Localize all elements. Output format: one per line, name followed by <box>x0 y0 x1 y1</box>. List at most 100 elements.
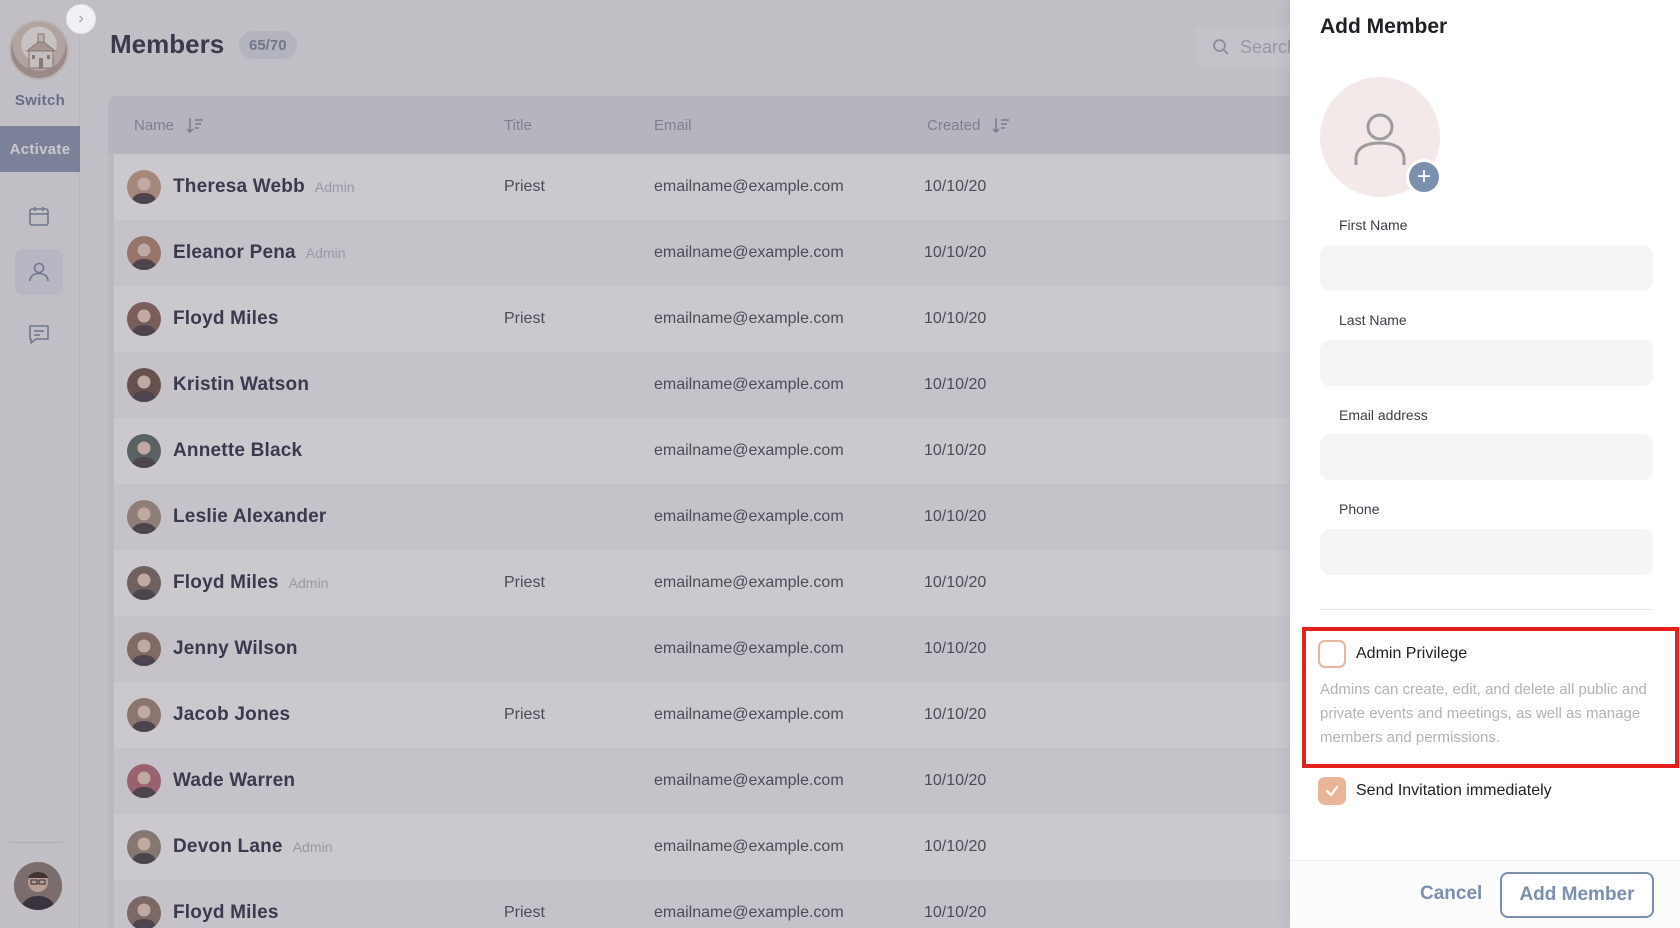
member-avatar[interactable] <box>127 896 161 928</box>
admin-privilege-checkbox[interactable] <box>1318 640 1346 668</box>
admin-tag: Admin <box>305 245 346 261</box>
member-photo-icon <box>127 500 161 534</box>
member-name[interactable]: Floyd Miles <box>173 902 279 924</box>
created-cell: 10/10/20 <box>924 508 987 525</box>
table-row[interactable]: Leslie Alexander emailname@example.com 10/… <box>108 484 1408 550</box>
created-cell: 10/10/20 <box>924 442 987 459</box>
member-photo-icon <box>127 830 161 864</box>
add-member-button[interactable]: Add Member <box>1500 872 1654 918</box>
table-row[interactable]: Floyd Miles Priest emailname@example.com 10… <box>108 880 1408 928</box>
table-row[interactable]: Annette Black emailname@example.com 10/10/… <box>108 418 1408 484</box>
activate-button[interactable]: Activate <box>0 126 80 172</box>
member-name[interactable]: Jenny Wilson <box>173 638 298 660</box>
cancel-button[interactable]: Cancel <box>1420 883 1482 905</box>
chevron-right-icon: › <box>78 10 84 27</box>
member-name[interactable]: Leslie Alexander <box>173 506 327 528</box>
column-email-label: Email <box>654 116 692 134</box>
admin-privilege-label[interactable]: Admin Privilege <box>1356 645 1467 663</box>
member-avatar[interactable] <box>127 368 161 402</box>
member-avatar[interactable] <box>127 698 161 732</box>
member-photo-icon <box>127 896 161 928</box>
name-cell: Wade Warren <box>127 748 305 814</box>
sidebar: › Switch Activate <box>0 0 96 928</box>
column-header-name[interactable]: Name <box>134 96 204 154</box>
member-name[interactable]: Floyd Miles <box>173 572 279 594</box>
email-cell: emailname@example.com <box>654 178 844 195</box>
members-table: Name Title Email Created Theresa Webb Ad… <box>108 96 1408 928</box>
column-header-created[interactable]: Created <box>927 96 1010 154</box>
chat-icon <box>29 325 49 344</box>
church-logo[interactable] <box>9 20 69 80</box>
table-body: Theresa Webb Admin Priest emailname@example… <box>108 154 1408 928</box>
created-cell: 10/10/20 <box>924 178 987 195</box>
collapse-sidebar-button[interactable]: › <box>66 4 96 34</box>
last-name-field[interactable] <box>1320 340 1653 386</box>
sidebar-divider <box>10 842 62 843</box>
search-icon <box>1213 39 1229 55</box>
table-row[interactable]: Jacob Jones Priest emailname@example.com 10… <box>108 682 1408 748</box>
email-cell: emailname@example.com <box>654 904 844 921</box>
member-avatar[interactable] <box>127 302 161 336</box>
sort-icon[interactable] <box>186 116 204 134</box>
nav-calendar[interactable] <box>15 193 63 239</box>
name-cell: Devon Lane Admin <box>127 814 332 880</box>
table-row[interactable]: Jenny Wilson emailname@example.com 10/10/2… <box>108 616 1408 682</box>
send-invitation-label[interactable]: Send Invitation immediately <box>1356 782 1552 800</box>
switch-label[interactable]: Switch <box>0 92 80 109</box>
member-avatar[interactable] <box>127 434 161 468</box>
user-icon <box>29 262 49 282</box>
table-row[interactable]: Eleanor Pena Admin emailname@example.com 10… <box>108 220 1408 286</box>
name-cell: Leslie Alexander <box>127 484 337 550</box>
email-label: Email address <box>1339 407 1428 423</box>
last-name-label: Last Name <box>1339 312 1407 328</box>
member-count-badge: 65/70 <box>239 31 297 59</box>
title-cell: Priest <box>504 904 545 921</box>
member-name[interactable]: Jacob Jones <box>173 704 290 726</box>
drawer-title: Add Member <box>1320 15 1448 38</box>
member-avatar[interactable] <box>127 170 161 204</box>
member-avatar[interactable] <box>127 764 161 798</box>
member-avatar[interactable] <box>127 236 161 270</box>
member-avatar[interactable] <box>127 830 161 864</box>
send-invitation-checkbox[interactable] <box>1318 777 1346 805</box>
add-member-drawer: Add Member + First Name Last Name Email … <box>1290 0 1680 928</box>
table-row[interactable]: Wade Warren emailname@example.com 10/10/20 <box>108 748 1408 814</box>
phone-field[interactable] <box>1320 529 1653 575</box>
column-name-label: Name <box>134 116 175 134</box>
email-cell: emailname@example.com <box>654 376 844 393</box>
member-photo-icon <box>127 566 161 600</box>
nav-messages[interactable] <box>15 312 63 358</box>
member-name[interactable]: Annette Black <box>173 440 302 462</box>
member-name[interactable]: Devon Lane <box>173 836 283 858</box>
table-row[interactable]: Floyd Miles Admin Priest emailname@example.… <box>108 550 1408 616</box>
email-field[interactable] <box>1320 434 1653 480</box>
member-avatar[interactable] <box>127 632 161 666</box>
email-cell: emailname@example.com <box>654 706 844 723</box>
table-row[interactable]: Floyd Miles Priest emailname@example.com 10… <box>108 286 1408 352</box>
column-header-email[interactable]: Email <box>654 96 692 154</box>
sort-icon[interactable] <box>992 116 1010 134</box>
add-photo-button[interactable]: + <box>1406 159 1442 195</box>
member-name[interactable]: Eleanor Pena <box>173 242 296 264</box>
member-name[interactable]: Wade Warren <box>173 770 295 792</box>
member-avatar[interactable] <box>127 566 161 600</box>
table-row[interactable]: Kristin Watson emailname@example.com 10/10… <box>108 352 1408 418</box>
nav-members[interactable] <box>15 249 63 295</box>
member-name[interactable]: Theresa Webb <box>173 176 305 198</box>
table-row[interactable]: Theresa Webb Admin Priest emailname@example… <box>108 154 1408 220</box>
page-title: Members <box>110 29 225 59</box>
name-cell: Kristin Watson <box>127 352 319 418</box>
member-name[interactable]: Floyd Miles <box>173 308 279 330</box>
calendar-icon <box>29 207 49 226</box>
column-header-title[interactable]: Title <box>504 96 532 154</box>
member-avatar[interactable] <box>127 500 161 534</box>
member-name[interactable]: Kristin Watson <box>173 374 309 396</box>
email-cell: emailname@example.com <box>654 640 844 657</box>
title-cell: Priest <box>504 178 545 195</box>
table-row[interactable]: Devon Lane Admin emailname@example.com 10/1… <box>108 814 1408 880</box>
first-name-field[interactable] <box>1320 245 1653 291</box>
created-cell: 10/10/20 <box>924 838 987 855</box>
email-cell: emailname@example.com <box>654 442 844 459</box>
current-user-avatar[interactable] <box>14 862 62 910</box>
checkmark-icon <box>1325 785 1339 797</box>
